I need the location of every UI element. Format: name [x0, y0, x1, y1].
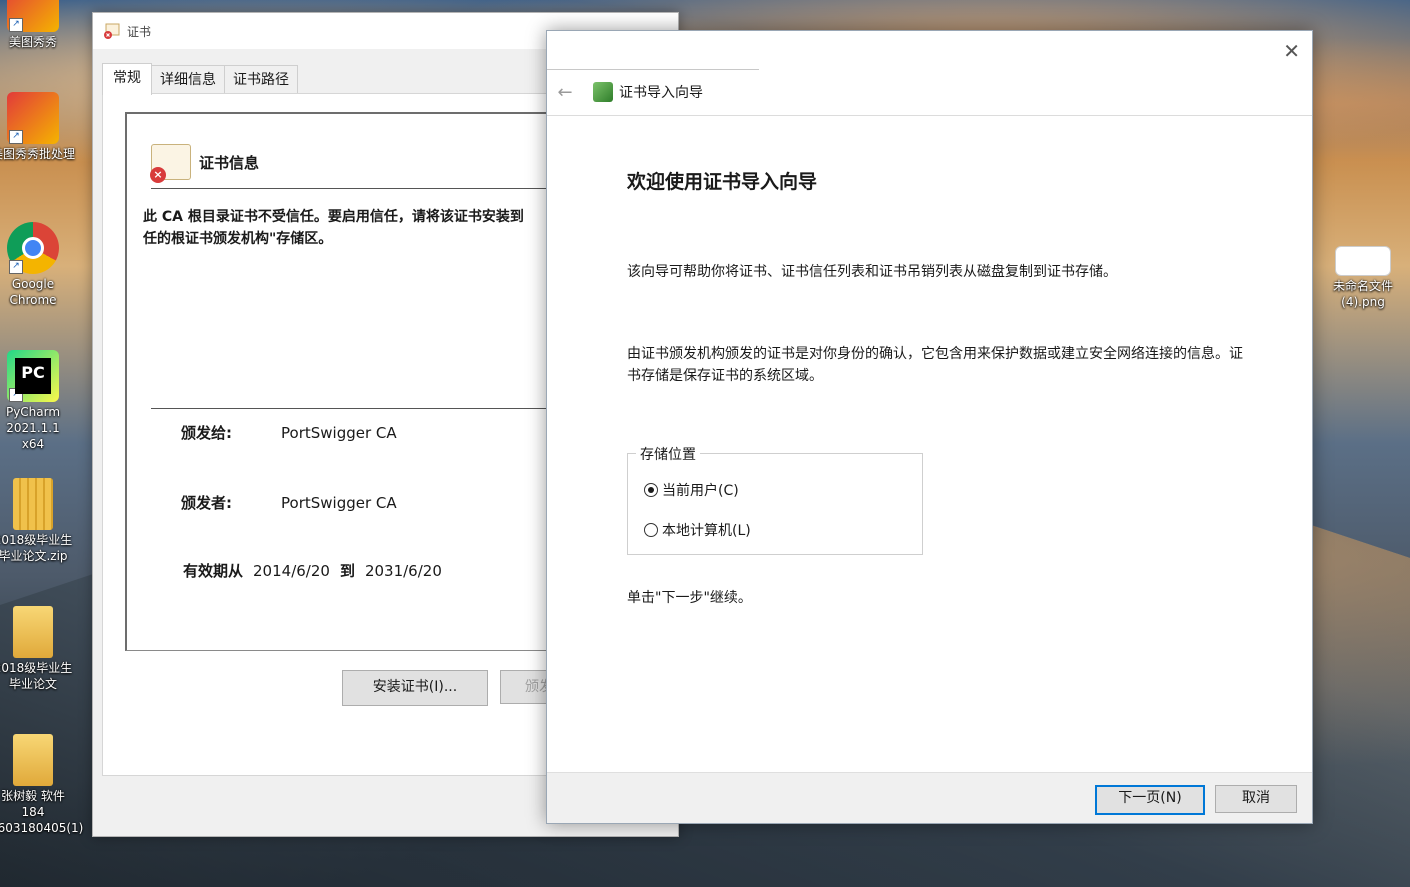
wizard-description: 该向导可帮助你将证书、证书信任列表和证书吊销列表从磁盘复制到证书存储。	[627, 264, 1117, 280]
cancel-button[interactable]: 取消	[1215, 785, 1297, 813]
radio-local-machine[interactable]: 本地计算机(L)	[644, 520, 751, 540]
desktop-icon-zip[interactable]: 2018级毕业生毕业论文.zip	[0, 478, 78, 564]
desktop-icon-label: 美图秀秀批处理	[0, 147, 75, 161]
tab-cert-path[interactable]: 证书路径	[224, 65, 298, 94]
chrome-icon: ↗	[7, 222, 59, 274]
image-file-icon	[1335, 246, 1391, 276]
certificate-wizard-icon	[593, 82, 613, 102]
certificate-import-wizard: ✕ ← 证书导入向导 欢迎使用证书导入向导 该向导可帮助你将证书、证书信任列表和…	[546, 30, 1313, 824]
pycharm-icon: ↗	[7, 350, 59, 402]
next-button[interactable]: 下一页(N)	[1095, 785, 1205, 815]
meitu-batch-icon: ↗	[7, 92, 59, 144]
issued-to-value: PortSwigger CA	[281, 424, 397, 442]
radio-current-user-label: 当前用户(C)	[662, 483, 739, 499]
divider	[547, 69, 759, 70]
wizard-title: 证书导入向导	[619, 85, 703, 101]
install-certificate-button[interactable]: 安装证书(I)...	[342, 670, 488, 706]
issued-by-value: PortSwigger CA	[281, 494, 397, 512]
valid-to-label: 到	[339, 562, 355, 580]
meitu-icon: ↗	[7, 0, 59, 32]
tab-details[interactable]: 详细信息	[151, 65, 225, 94]
window-title: 证书	[127, 24, 152, 39]
desktop-icon-label: 未命名文件(4).png	[1332, 279, 1393, 309]
continue-hint: 单击"下一步"继续。	[627, 590, 752, 606]
validity-row: 有效期从 2014/6/20 到 2031/6/20	[183, 560, 442, 581]
certificate-info-header: × 证书信息	[150, 144, 260, 183]
close-icon[interactable]: ✕	[1283, 39, 1300, 63]
storage-location-legend: 存储位置	[636, 444, 700, 464]
desktop-icon-folder1[interactable]: 2018级毕业生毕业论文	[0, 606, 78, 692]
radio-unselected-icon[interactable]	[644, 523, 658, 537]
certificate-info-title: 证书信息	[199, 153, 260, 172]
desktop-icon-label: PyCharm 2021.1.1 x64	[5, 405, 61, 451]
radio-selected-icon[interactable]	[644, 483, 658, 497]
wizard-footer: 下一页(N) 取消	[547, 772, 1312, 823]
wizard-heading: 欢迎使用证书导入向导	[627, 171, 818, 193]
radio-local-machine-label: 本地计算机(L)	[662, 523, 751, 539]
issued-by-label: 颁发者:	[181, 494, 232, 512]
valid-from-label: 有效期从	[183, 562, 244, 580]
desktop-icon-chrome[interactable]: ↗ Google Chrome	[0, 222, 78, 308]
folder-icon	[13, 734, 53, 786]
storage-location-group: 存储位置 当前用户(C) 本地计算机(L)	[627, 444, 923, 555]
desktop-icon-meitu[interactable]: ↗ 美图秀秀	[0, 0, 78, 50]
radio-current-user[interactable]: 当前用户(C)	[644, 480, 739, 500]
tab-general[interactable]: 常规	[102, 63, 152, 95]
wizard-explanation: 由证书颁发机构颁发的证书是对你身份的确认，它包含用来保护数据或建立安全网络连接的…	[627, 346, 1243, 384]
zip-archive-icon	[13, 478, 53, 530]
valid-from-value: 2014/6/20	[253, 562, 330, 580]
desktop-icon-label: 2018级毕业生毕业论文	[0, 661, 73, 691]
desktop-icon-label: 美图秀秀	[8, 35, 57, 49]
back-arrow-icon[interactable]: ←	[547, 82, 583, 103]
untrusted-certificate-icon: ×	[150, 144, 191, 183]
desktop-icon-label: 张树毅 软件184 1603180405(1)	[0, 789, 84, 835]
desktop-icon-meitu-batch[interactable]: ↗ 美图秀秀批处理	[0, 92, 78, 162]
desktop-icon-label: 2018级毕业生毕业论文.zip	[0, 533, 73, 563]
desktop-icon-pycharm[interactable]: ↗ PyCharm 2021.1.1 x64	[0, 350, 78, 452]
issued-to-row: 颁发给: PortSwigger CA	[181, 422, 397, 443]
desktop-icon-label: Google Chrome	[9, 277, 57, 307]
wizard-navbar: ← 证书导入向导	[547, 69, 1312, 116]
desktop-icon-folder2[interactable]: 张树毅 软件184 1603180405(1)	[0, 734, 84, 836]
valid-to-value: 2031/6/20	[364, 562, 442, 580]
folder-icon	[13, 606, 53, 658]
issued-to-label: 颁发给:	[181, 424, 232, 442]
tab-strip: 常规 详细信息 证书路径	[102, 63, 298, 95]
issued-by-row: 颁发者: PortSwigger CA	[181, 492, 397, 513]
certificate-icon	[103, 22, 121, 40]
desktop-icon-png[interactable]: 未命名文件(4).png	[1318, 236, 1408, 310]
